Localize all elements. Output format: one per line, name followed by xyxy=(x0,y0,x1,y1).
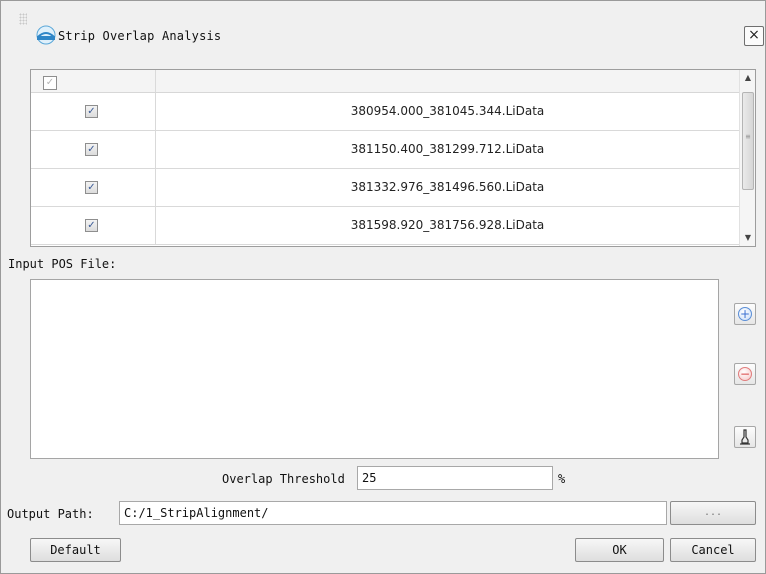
cancel-button[interactable]: Cancel xyxy=(670,538,756,562)
file-name-cell: 381598.920_381756.928.LiData xyxy=(350,218,545,232)
table-row[interactable]: ✓ 381150.400_381299.712.LiData xyxy=(31,131,739,169)
file-table-body: ✓ ✓ 380954.000_381045.344.LiData ✓ 38115… xyxy=(31,70,739,245)
remove-pos-file-button[interactable]: − xyxy=(734,363,756,385)
add-icon: + xyxy=(738,307,752,321)
row-checkbox[interactable]: ✓ xyxy=(85,181,98,194)
file-name-cell: 380954.000_381045.344.LiData xyxy=(350,104,545,118)
drag-grip-icon[interactable] xyxy=(19,13,27,25)
output-path-label: Output Path: xyxy=(7,507,94,521)
brush-icon xyxy=(740,429,750,445)
close-button[interactable]: × xyxy=(744,26,764,46)
pos-file-list[interactable] xyxy=(30,279,719,459)
strip-overlap-dialog: Strip Overlap Analysis × ✓ ✓ 380954.000_… xyxy=(0,0,766,574)
overlap-threshold-label: Overlap Threshold xyxy=(222,472,345,486)
table-row[interactable]: ✓ 380954.000_381045.344.LiData xyxy=(31,93,739,131)
ok-button[interactable]: OK xyxy=(575,538,664,562)
remove-icon: − xyxy=(738,367,752,381)
file-name-cell: 381150.400_381299.712.LiData xyxy=(350,142,545,156)
check-icon: ✓ xyxy=(87,220,96,231)
table-header: ✓ xyxy=(31,70,739,93)
check-icon: ✓ xyxy=(87,182,96,193)
app-logo-icon xyxy=(36,25,56,45)
row-checkbox[interactable]: ✓ xyxy=(85,143,98,156)
select-all-checkbox[interactable]: ✓ xyxy=(43,76,57,90)
scroll-down-arrow-icon[interactable]: ▼ xyxy=(740,230,755,246)
browse-button[interactable]: ... xyxy=(670,501,756,525)
scrollbar-thumb[interactable]: ≡ xyxy=(742,92,754,190)
add-pos-file-button[interactable]: + xyxy=(734,303,756,325)
output-path-input[interactable]: C:/1_StripAlignment/ xyxy=(119,501,667,525)
vertical-scrollbar[interactable]: ▲ ≡ ▼ xyxy=(739,70,755,246)
default-button[interactable]: Default xyxy=(30,538,121,562)
row-checkbox[interactable]: ✓ xyxy=(85,105,98,118)
input-pos-file-label: Input POS File: xyxy=(8,257,117,271)
file-name-cell: 381332.976_381496.560.LiData xyxy=(350,180,545,194)
window-title: Strip Overlap Analysis xyxy=(58,29,222,43)
file-table: ✓ ✓ 380954.000_381045.344.LiData ✓ 38115… xyxy=(30,69,756,247)
close-icon: × xyxy=(748,27,760,43)
check-icon: ✓ xyxy=(45,77,55,88)
table-row[interactable]: ✓ 381598.920_381756.928.LiData xyxy=(31,207,739,245)
percent-unit-label: % xyxy=(558,472,566,486)
title-bar[interactable]: Strip Overlap Analysis × xyxy=(1,1,765,63)
overlap-threshold-input[interactable]: 25 xyxy=(357,466,553,490)
scroll-up-arrow-icon[interactable]: ▲ xyxy=(740,70,755,86)
table-row[interactable]: ✓ 381332.976_381496.560.LiData xyxy=(31,169,739,207)
check-icon: ✓ xyxy=(87,144,96,155)
column-divider xyxy=(155,70,156,92)
row-checkbox[interactable]: ✓ xyxy=(85,219,98,232)
check-icon: ✓ xyxy=(87,106,96,117)
clear-pos-files-button[interactable] xyxy=(734,426,756,448)
